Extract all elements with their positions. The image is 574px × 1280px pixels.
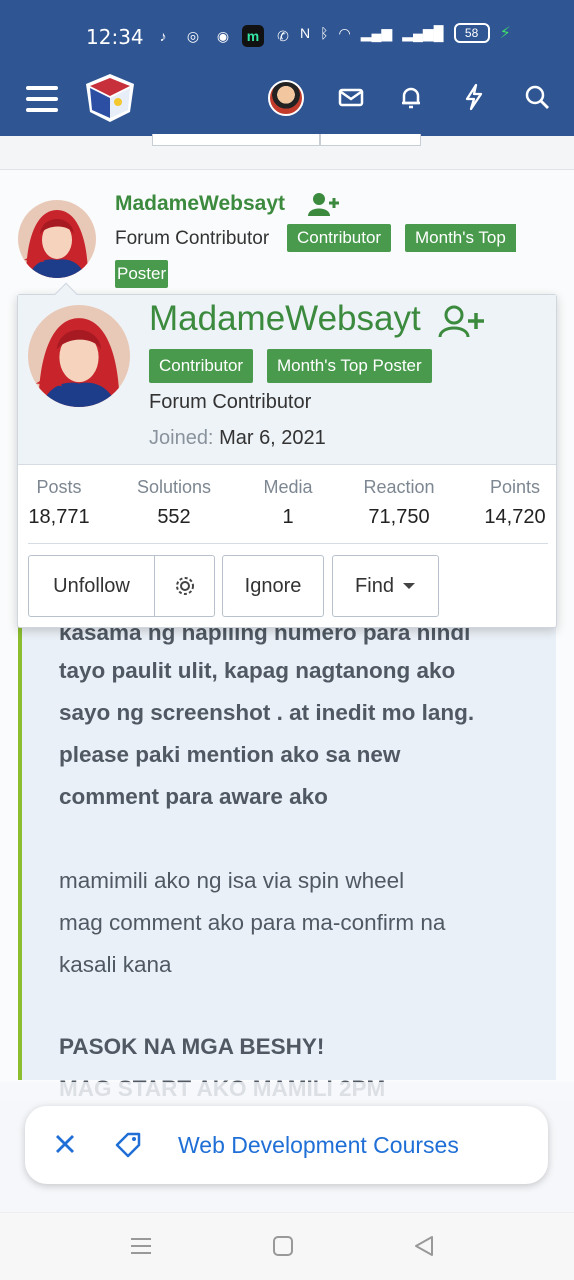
control-button-fragment[interactable] (320, 134, 421, 146)
suggestion-chip[interactable]: Web Development Courses (25, 1106, 548, 1184)
stat-label: Points (489, 477, 541, 497)
stat-label: Reaction (363, 477, 435, 497)
control-button-fragment[interactable] (152, 134, 320, 146)
stat-posts[interactable]: Posts 18,771 (28, 477, 90, 529)
member-avatar[interactable] (28, 305, 130, 407)
badge-top-poster: Month's Top Poster (267, 349, 432, 383)
quote-line: PASOK NA MGA BESHY! (59, 1034, 325, 1059)
close-icon[interactable] (51, 1130, 79, 1158)
chip-label[interactable]: Web Development Courses (178, 1132, 459, 1159)
member-stats: Posts 18,771 Solutions 552 Media 1 Reaction… (18, 477, 556, 547)
badge-top-poster-cont: Poster (115, 260, 169, 288)
wifi-icon: ◠ (338, 24, 351, 41)
charging-icon: ⚡ (499, 25, 511, 42)
member-user-title: Forum Contributor (149, 391, 312, 413)
nav-bar (0, 72, 574, 136)
home-icon[interactable] (268, 1231, 298, 1261)
post-author-name[interactable]: MadameWebsayt (115, 192, 285, 216)
quote-line: mag comment ako para ma-confirm na (59, 910, 446, 935)
signal-icon: ▂▄▆ (360, 24, 393, 41)
tooltip-header: MadameWebsayt Contributor Month's Top Po… (18, 295, 556, 465)
bell-icon[interactable] (396, 82, 426, 112)
recent-apps-icon[interactable] (126, 1231, 156, 1261)
quote-line: kasali kana (59, 952, 172, 977)
quote-line: comment para aware ako (59, 784, 328, 809)
stat-value: 14,720 (484, 506, 546, 528)
m-app-icon: m (242, 25, 264, 47)
user-avatar[interactable] (268, 80, 304, 116)
signal-2-icon: ▂▄▆█ (402, 24, 444, 41)
divider (28, 543, 548, 544)
stat-label: Media (263, 477, 313, 497)
status-time: 12:34 (86, 25, 144, 49)
find-dropdown-button[interactable]: Find (332, 555, 439, 617)
hamburger-menu-icon[interactable] (26, 86, 58, 112)
follow-user-icon[interactable] (438, 305, 486, 339)
member-name[interactable]: MadameWebsayt (149, 299, 421, 339)
status-bar: 12:34 ♪ ◎ ◉ m ✆ N ᛒ ◠ ▂▄▆ ▂▄▆█ 58 ⚡ (0, 0, 574, 72)
notification-icons: ♪ ◎ ◉ m ✆ (152, 25, 294, 47)
bluetooth-icon: ᛒ (320, 25, 329, 41)
quote-line: please paki mention ako sa new (59, 742, 401, 767)
tiktok-icon: ♪ (159, 28, 167, 44)
system-status-icons: N ᛒ ◠ ▂▄▆ ▂▄▆█ 58 ⚡ (300, 23, 511, 43)
member-joined: Joined: Mar 6, 2021 (149, 427, 326, 450)
stat-label: Solutions (136, 477, 212, 497)
lightning-icon[interactable] (459, 82, 489, 112)
chevron-down-icon (402, 583, 415, 589)
ignore-button[interactable]: Ignore (222, 555, 324, 617)
joined-label: Joined: (149, 427, 214, 449)
app-header: 12:34 ♪ ◎ ◉ m ✆ N ᛒ ◠ ▂▄▆ ▂▄▆█ 58 ⚡ (0, 0, 574, 136)
stat-value: 71,750 (368, 506, 430, 528)
envelope-icon[interactable] (336, 82, 366, 112)
back-icon[interactable] (410, 1231, 440, 1261)
system-navigation-bar (0, 1212, 574, 1280)
badge-top-poster: Month's Top (405, 224, 516, 252)
post-author-avatar[interactable] (18, 200, 96, 278)
find-label: Find (355, 574, 394, 597)
stat-value: 18,771 (28, 506, 90, 528)
unfollow-button[interactable]: Unfollow (28, 555, 155, 617)
stat-media[interactable]: Media 1 (256, 477, 320, 529)
app-icon: ◎ (186, 27, 200, 44)
gear-icon (175, 577, 194, 595)
follow-settings-button[interactable] (154, 555, 215, 617)
stat-solutions[interactable]: Solutions 552 (130, 477, 218, 529)
member-tooltip: MadameWebsayt Contributor Month's Top Po… (17, 282, 557, 628)
quote-line: tayo paulit ulit, kapag nagtanong ako (59, 658, 456, 683)
tag-icon (115, 1132, 141, 1158)
follow-user-icon[interactable] (308, 192, 340, 218)
joined-date: Mar 6, 2021 (219, 427, 326, 449)
go-icon: ◉ (216, 27, 230, 44)
quote-line: mamimili ako ng isa via spin wheel (59, 868, 405, 893)
nfc-icon: N (300, 25, 311, 41)
stat-value: 552 (157, 506, 191, 528)
stat-reaction[interactable]: Reaction 71,750 (354, 477, 444, 529)
stat-label: Posts (36, 477, 82, 497)
quote-line: sayo ng screenshot . at inedit mo lang. (59, 700, 475, 725)
search-icon[interactable] (522, 82, 552, 112)
badge-contributor: Contributor (149, 349, 254, 383)
thread-controls-strip (0, 134, 574, 170)
viber-icon: ✆ (277, 27, 289, 44)
site-logo[interactable] (84, 72, 136, 124)
badge-contributor: Contributor (287, 224, 392, 252)
post-user-title: Forum Contributor (115, 228, 270, 249)
stat-value: 1 (282, 506, 294, 528)
stat-points[interactable]: Points 14,720 (478, 477, 552, 529)
battery-indicator: 58 (453, 23, 490, 43)
